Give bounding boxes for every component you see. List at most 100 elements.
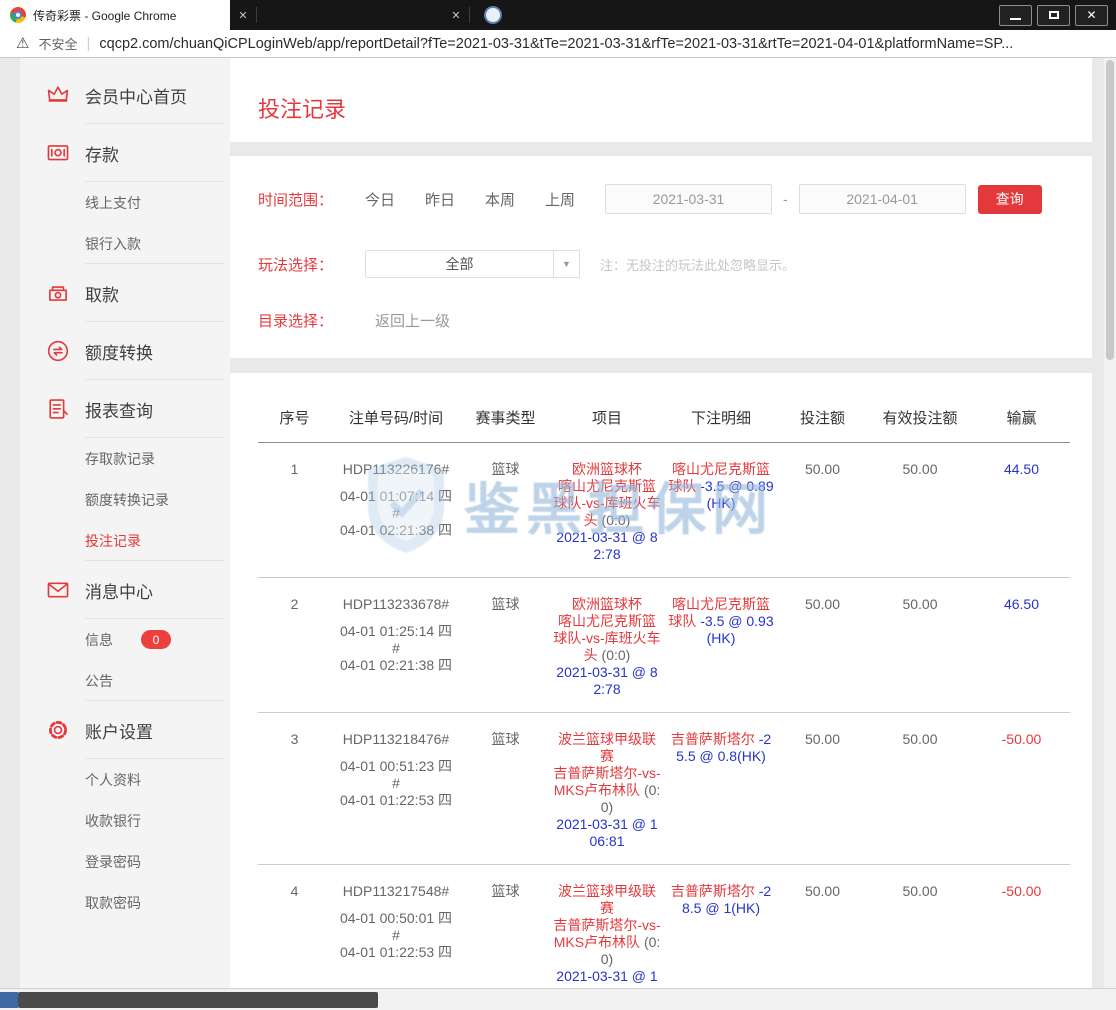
vertical-scrollbar[interactable] xyxy=(1104,58,1116,988)
withdraw-icon xyxy=(44,279,72,307)
play-select-dropdown[interactable]: 全部 ▼ xyxy=(365,250,580,278)
sidebar-item-label: 报表查询 xyxy=(85,397,153,422)
sidebar-item-announcements[interactable]: 公告 xyxy=(20,660,230,701)
quick-range-links: 今日 昨日 本周 上周 xyxy=(365,189,605,210)
cell-bet-amount: 50.00 xyxy=(778,713,867,865)
cell-bet-id-time: HDP113217548# 04-01 00:50:01 四 # 04-01 0… xyxy=(331,865,461,989)
url-text[interactable]: cqcp2.com/chuanQiCPLoginWeb/app/reportDe… xyxy=(99,36,1013,52)
close-icon: ✕ xyxy=(1086,9,1096,21)
sidebar-item-login-password[interactable]: 登录密码 xyxy=(20,841,230,882)
sidebar-item-quota-transfer[interactable]: 额度转换 xyxy=(20,322,230,380)
match-date-score: 2021-03-31 @ 106:81 xyxy=(553,816,661,850)
security-label: 不安全 xyxy=(38,34,77,53)
cell-index: 2 xyxy=(258,578,331,713)
column-header: 项目 xyxy=(550,403,664,443)
title-panel: 投注记录 xyxy=(230,58,1092,142)
horizontal-scrollbar-thumb[interactable] xyxy=(18,992,378,1008)
quick-range-link[interactable]: 上周 xyxy=(545,189,575,210)
gear-icon xyxy=(44,716,72,744)
settle-time: 04-01 02:21:38 四 xyxy=(334,657,458,674)
maximize-button[interactable] xyxy=(1037,5,1070,26)
date-from-input[interactable] xyxy=(605,184,772,214)
cell-win-loss: 44.50 xyxy=(973,443,1070,578)
date-range-separator: - xyxy=(783,191,788,207)
quick-range-link[interactable]: 本周 xyxy=(485,189,515,210)
address-bar[interactable]: ⚠ 不安全 | cqcp2.com/chuanQiCPLoginWeb/app/… xyxy=(0,30,1116,58)
sidebar-item-label: 存取款记录 xyxy=(85,449,155,469)
sidebar-item-deposit[interactable]: 存款 xyxy=(20,124,230,182)
sidebar-item-profile[interactable]: 个人资料 xyxy=(20,759,230,800)
cell-bet-amount: 50.00 xyxy=(778,865,867,989)
tab-close-icon[interactable]: ✕ xyxy=(230,9,256,22)
browser-tab[interactable]: ✕ xyxy=(257,0,469,30)
cell-win-loss: -50.00 xyxy=(973,865,1070,989)
sidebar-item-label: 投注记录 xyxy=(85,531,141,551)
envelope-icon xyxy=(44,576,72,604)
sidebar: 会员中心首页 存款 线上支付 银行入款 取款 额度转换 xyxy=(20,58,230,988)
back-to-parent-link[interactable]: 返回上一级 xyxy=(375,310,450,331)
tab-close-icon[interactable]: ✕ xyxy=(443,9,469,22)
tab-favicon-icon xyxy=(484,6,502,24)
column-header: 有效投注额 xyxy=(867,403,973,443)
sidebar-item-label: 额度转换记录 xyxy=(85,490,169,510)
main-content: 投注记录 时间范围： 今日昨日本周上周 - 查询 玩法选择： 全部 ▼ 注：无投… xyxy=(230,58,1104,988)
sidebar-item-bet-records[interactable]: 投注记录 xyxy=(20,520,230,561)
table-header-row: 序号注单号码/时间赛事类型项目下注明细投注额有效投注额输赢 xyxy=(258,403,1070,443)
security-warning-icon[interactable]: ⚠ xyxy=(16,36,29,51)
match-date-score: 2021-03-31 @ 82:78 xyxy=(553,664,661,698)
bet-time: 04-01 00:51:23 四 xyxy=(334,758,458,775)
table-body: 1 HDP113226176# 04-01 01:07:14 四 # 04-01… xyxy=(258,443,1070,989)
quick-range-link[interactable]: 昨日 xyxy=(425,189,455,210)
cell-win-loss: -50.00 xyxy=(973,713,1070,865)
cell-index: 4 xyxy=(258,865,331,989)
settle-time: 04-01 02:21:38 四 xyxy=(334,522,458,539)
sidebar-item-label: 登录密码 xyxy=(85,852,141,872)
tab-strip: ✕ ✕ xyxy=(230,0,990,30)
column-header: 注单号码/时间 xyxy=(331,403,461,443)
sidebar-item-deposit-withdraw-records[interactable]: 存取款记录 xyxy=(20,438,230,479)
filters-panel: 时间范围： 今日昨日本周上周 - 查询 玩法选择： 全部 ▼ 注：无投注的玩法此… xyxy=(230,156,1092,358)
cell-bet-id-time: HDP113226176# 04-01 01:07:14 四 # 04-01 0… xyxy=(331,443,461,578)
sidebar-item-label: 取款 xyxy=(85,281,119,306)
column-header: 投注额 xyxy=(778,403,867,443)
vertical-scrollbar-thumb[interactable] xyxy=(1106,60,1114,360)
close-button[interactable]: ✕ xyxy=(1075,5,1108,26)
sidebar-item-withdraw-password[interactable]: 取款密码 xyxy=(20,882,230,923)
bet-hash: # xyxy=(334,640,458,657)
minimize-button[interactable] xyxy=(999,5,1032,26)
sidebar-item-label: 公告 xyxy=(85,671,113,691)
sidebar-item-report-query[interactable]: 报表查询 xyxy=(20,380,230,438)
deposit-icon xyxy=(44,139,72,167)
sidebar-item-member-home[interactable]: 会员中心首页 xyxy=(20,66,230,124)
records-panel: 序号注单号码/时间赛事类型项目下注明细投注额有效投注额输赢 1 HDP11322… xyxy=(230,373,1092,988)
bet-id: HDP113218476# xyxy=(334,731,458,748)
window-controls: ✕ xyxy=(990,0,1116,30)
sidebar-item-quota-transfer-records[interactable]: 额度转换记录 xyxy=(20,479,230,520)
sidebar-item-withdraw[interactable]: 取款 xyxy=(20,264,230,322)
browser-tab[interactable] xyxy=(470,0,590,30)
quick-range-link[interactable]: 今日 xyxy=(365,189,395,210)
sidebar-item-bank-deposit[interactable]: 银行入款 xyxy=(20,223,230,264)
chevron-down-icon: ▼ xyxy=(553,251,579,277)
sidebar-item-account-settings[interactable]: 账户设置 xyxy=(20,701,230,759)
date-to-input[interactable] xyxy=(799,184,966,214)
bet-time: 04-01 00:50:01 四 xyxy=(334,910,458,927)
sidebar-item-label: 银行入款 xyxy=(85,234,141,254)
settle-time: 04-01 01:22:53 四 xyxy=(334,792,458,809)
sidebar-item-label: 收款银行 xyxy=(85,811,141,831)
sidebar-item-online-payment[interactable]: 线上支付 xyxy=(20,182,230,223)
time-range-row: 时间范围： 今日昨日本周上周 - 查询 xyxy=(230,184,1092,214)
unread-count-badge: 0 xyxy=(141,630,171,649)
horizontal-scrollbar[interactable] xyxy=(0,988,1116,1010)
sidebar-item-message-center[interactable]: 消息中心 xyxy=(20,561,230,619)
sidebar-item-label: 消息中心 xyxy=(85,578,153,603)
bet-id: HDP113233678# xyxy=(334,596,458,613)
cell-valid-amount: 50.00 xyxy=(867,443,973,578)
table-row: 2 HDP113233678# 04-01 01:25:14 四 # 04-01… xyxy=(258,578,1070,713)
pick-team: 吉普萨斯塔尔 xyxy=(671,731,755,747)
sidebar-item-label: 账户设置 xyxy=(85,718,153,743)
sidebar-item-receiving-bank[interactable]: 收款银行 xyxy=(20,800,230,841)
query-button[interactable]: 查询 xyxy=(978,185,1042,214)
sidebar-item-messages[interactable]: 信息 0 xyxy=(20,619,230,660)
directory-select-row: 目录选择： 返回上一级 xyxy=(230,310,1092,331)
